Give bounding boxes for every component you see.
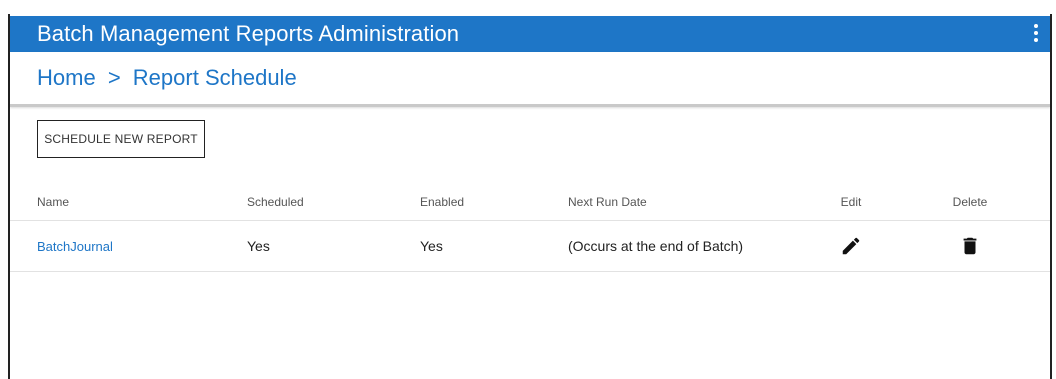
cell-scheduled: Yes <box>247 238 270 254</box>
cell-delete <box>950 221 990 271</box>
header-enabled[interactable]: Enabled <box>420 184 464 220</box>
breadcrumb-current: Report Schedule <box>132 65 297 90</box>
kebab-menu-icon[interactable] <box>1032 22 1040 44</box>
cell-edit <box>837 221 865 271</box>
trash-icon[interactable] <box>959 234 981 258</box>
header-name[interactable]: Name <box>37 184 69 220</box>
breadcrumb-separator: > <box>107 65 121 90</box>
header-edit: Edit <box>840 195 862 209</box>
cell-next-run-date: (Occurs at the end of Batch) <box>568 238 744 254</box>
report-schedule-table: Name Scheduled Enabled Next Run Date Edi… <box>10 184 1050 272</box>
app-header: Batch Management Reports Administration <box>10 16 1050 52</box>
header-next-run-date[interactable]: Next Run Date <box>568 184 647 220</box>
breadcrumb-home-link[interactable]: Home <box>37 65 96 90</box>
header-scheduled[interactable]: Scheduled <box>247 184 304 220</box>
report-name-link[interactable]: BatchJournal <box>37 239 113 254</box>
breadcrumb-bar: Home > Report Schedule <box>10 52 1050 107</box>
header-delete: Delete <box>952 195 988 209</box>
breadcrumb: Home > Report Schedule <box>37 65 297 91</box>
pencil-icon[interactable] <box>840 235 862 257</box>
cell-enabled: Yes <box>420 238 443 254</box>
schedule-new-report-button[interactable]: SCHEDULE NEW REPORT <box>37 120 205 158</box>
app-title: Batch Management Reports Administration <box>37 21 460 46</box>
cell-name: BatchJournal <box>37 221 113 271</box>
app-window: Batch Management Reports Administration … <box>8 14 1052 379</box>
table-header-row: Name Scheduled Enabled Next Run Date Edi… <box>10 184 1050 221</box>
table-row: BatchJournal Yes Yes (Occurs at the end … <box>10 221 1050 272</box>
